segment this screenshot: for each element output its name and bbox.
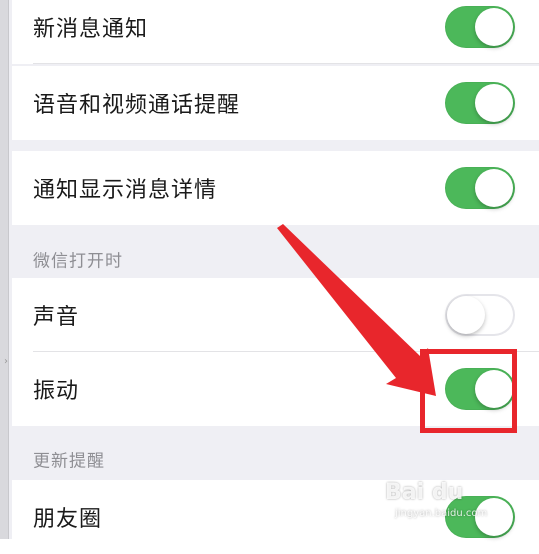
row-label: 朋友圈 bbox=[33, 507, 103, 532]
highlight-box-annotation bbox=[420, 349, 517, 433]
row-label: 语音和视频通话提醒 bbox=[33, 93, 241, 118]
row-label: 声音 bbox=[33, 305, 80, 330]
chevron-right-icon: › bbox=[4, 356, 8, 367]
sound-toggle[interactable] bbox=[445, 294, 515, 336]
voice-video-toggle[interactable] bbox=[445, 82, 515, 124]
watermark-sub: jingyan.baidu.com bbox=[395, 508, 488, 519]
row-label: 新消息通知 bbox=[33, 17, 149, 42]
toggle-knob bbox=[475, 8, 513, 46]
section-header-label: 微信打开时 bbox=[33, 251, 123, 272]
row-show-message-details[interactable]: 通知显示消息详情 bbox=[12, 151, 539, 225]
left-edge-bar bbox=[0, 0, 9, 539]
row-label: 通知显示消息详情 bbox=[33, 178, 218, 203]
watermark-brand: Bai du bbox=[385, 480, 464, 505]
baidu-watermark: Bai du jingyan.baidu.com bbox=[385, 480, 525, 530]
toggle-knob bbox=[475, 84, 513, 122]
settings-screen: › 新消息通知 语音和视频通话提醒 通知显示消息详情 微信打开时 声音 振动 更… bbox=[0, 0, 539, 554]
row-voice-video-call-reminder[interactable]: 语音和视频通话提醒 bbox=[12, 66, 539, 140]
message-details-toggle[interactable] bbox=[445, 167, 515, 209]
row-sound[interactable]: 声音 bbox=[12, 278, 539, 352]
toggle-knob bbox=[447, 296, 485, 334]
new-message-toggle[interactable] bbox=[445, 6, 515, 48]
section-header-update-reminder: 更新提醒 bbox=[12, 434, 539, 484]
divider bbox=[33, 63, 539, 64]
toggle-knob bbox=[475, 169, 513, 207]
row-label: 振动 bbox=[33, 379, 80, 404]
section-header-wechat-open: 微信打开时 bbox=[12, 234, 539, 284]
row-new-message-notification[interactable]: 新消息通知 bbox=[12, 0, 539, 64]
section-header-label: 更新提醒 bbox=[33, 451, 105, 472]
